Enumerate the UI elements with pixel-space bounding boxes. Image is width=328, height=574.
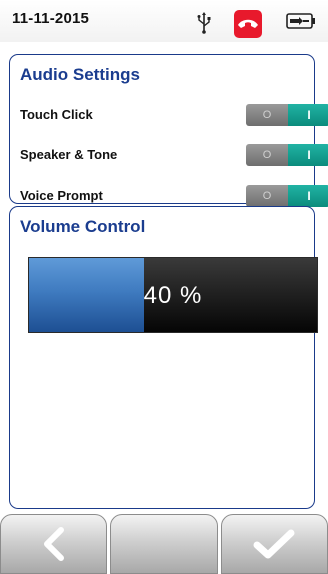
audio-settings-panel: Audio Settings Touch Click O I Speaker &… <box>9 54 328 207</box>
toggle-off-side: O <box>246 104 288 126</box>
toggle-on-side: I <box>288 144 328 166</box>
voice-prompt-toggle[interactable]: O I <box>246 185 328 207</box>
toggle-on-side: I <box>288 185 328 207</box>
toggle-off-side: O <box>246 144 288 166</box>
speaker-tone-label: Speaker & Tone <box>20 147 118 162</box>
volume-slider[interactable]: 40 % <box>28 257 318 333</box>
blank-button[interactable] <box>110 514 218 574</box>
volume-control-panel: Volume Control 40 % <box>9 206 318 509</box>
usb-icon <box>196 12 212 34</box>
phone-hangup-icon[interactable] <box>234 10 262 38</box>
confirm-button[interactable] <box>220 514 328 574</box>
battery-icon <box>286 12 316 30</box>
speaker-tone-row: Speaker & Tone O I <box>20 143 328 169</box>
volume-control-title: Volume Control <box>20 217 146 236</box>
status-bar: 11-11-2015 <box>0 0 328 42</box>
back-button[interactable] <box>0 514 108 574</box>
speaker-tone-toggle[interactable]: O I <box>246 144 328 166</box>
volume-value: 40 % <box>143 282 203 309</box>
toggle-on-side: I <box>288 104 328 126</box>
audio-settings-title: Audio Settings <box>20 65 140 84</box>
toggle-off-side: O <box>246 185 288 207</box>
voice-prompt-label: Voice Prompt <box>20 188 103 203</box>
status-date: 11-11-2015 <box>12 10 90 27</box>
touch-click-toggle[interactable]: O I <box>246 104 328 126</box>
checkmark-icon <box>253 529 295 559</box>
touch-click-label: Touch Click <box>20 107 93 122</box>
touch-click-row: Touch Click O I <box>20 103 328 129</box>
back-icon <box>43 527 64 561</box>
bottom-nav <box>0 514 328 574</box>
